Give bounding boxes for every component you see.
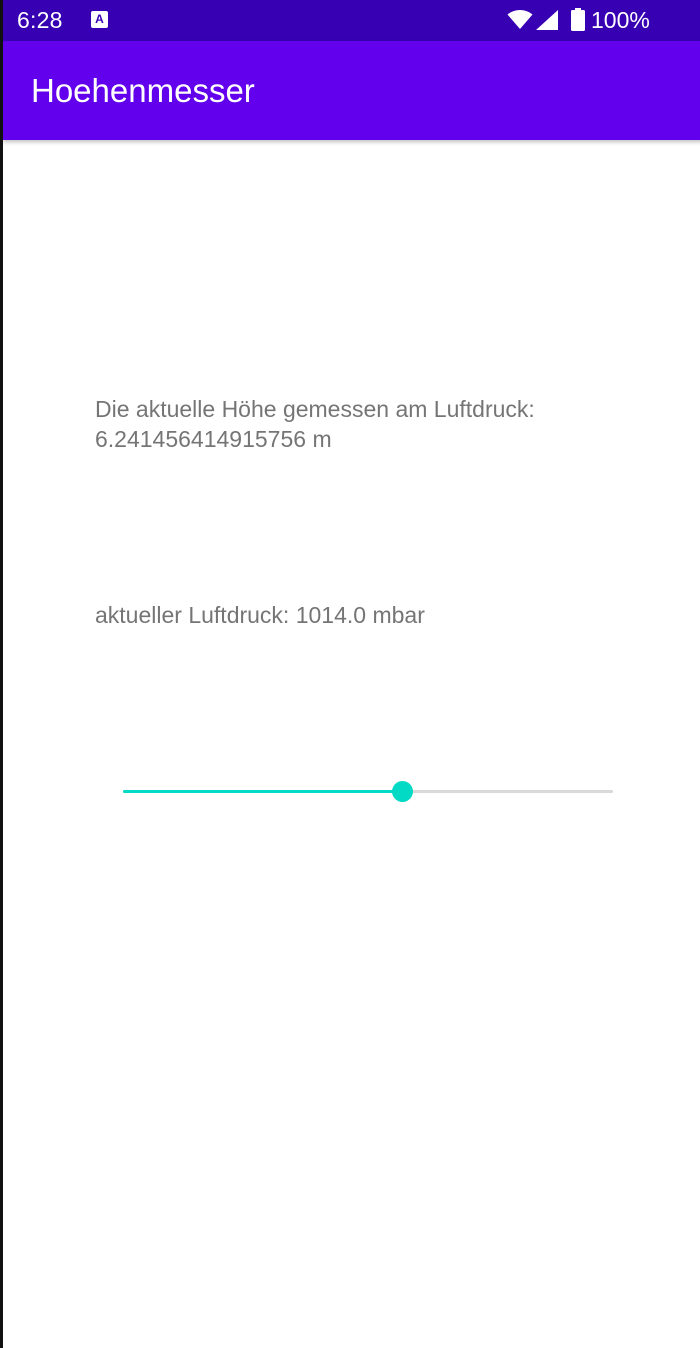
battery-percentage: 100% — [591, 7, 650, 33]
pressure-slider[interactable] — [123, 776, 615, 808]
wifi-icon — [507, 10, 533, 29]
altitude-readout: Die aktuelle Höhe gemessen am Luftdruck:… — [95, 396, 535, 452]
pressure-readout: aktueller Luftdruck: 1014.0 mbar — [95, 602, 425, 628]
slider-fill — [123, 790, 402, 793]
status-time: 6:28 — [17, 7, 63, 33]
app-bar: Hoehenmesser — [3, 41, 700, 140]
accessibility-a-icon — [91, 11, 108, 28]
cell-signal-icon — [536, 10, 558, 30]
app-screen: 6:28 100% Hoehenmesser Die aktuelle Höhe… — [0, 0, 700, 1348]
battery-icon — [571, 8, 585, 31]
app-title: Hoehenmesser — [31, 72, 255, 109]
status-bar: 6:28 100% — [3, 0, 700, 41]
slider-thumb[interactable] — [392, 781, 413, 802]
